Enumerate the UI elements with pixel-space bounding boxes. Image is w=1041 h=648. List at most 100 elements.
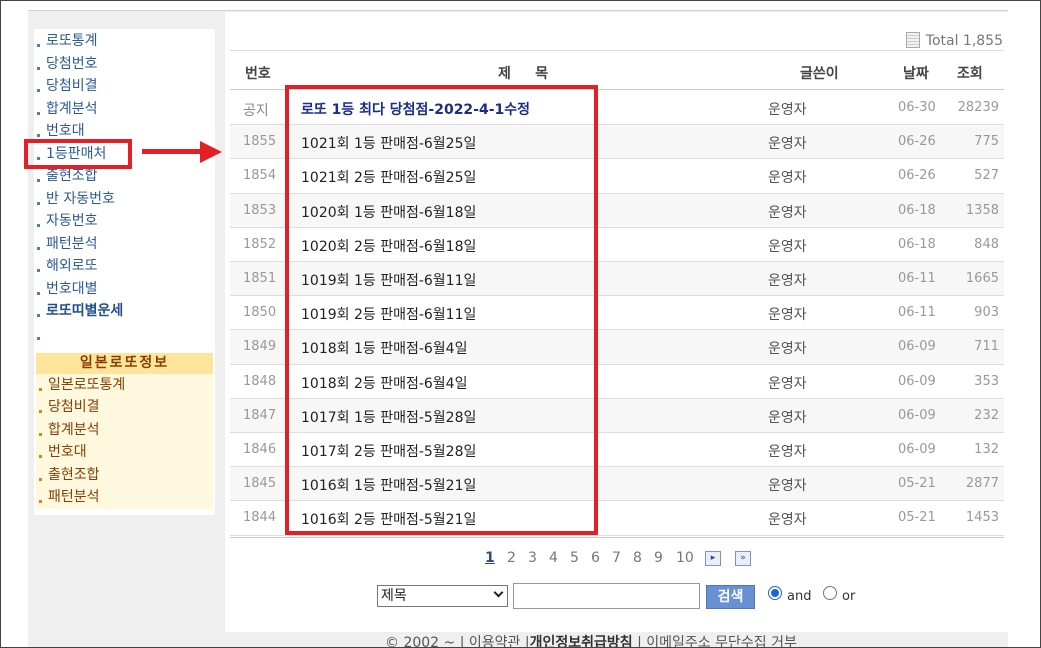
page-link-9[interactable]: 9	[654, 550, 663, 566]
post-date: 05-21	[898, 476, 936, 492]
highlight-box-sidebar	[24, 139, 132, 169]
post-views: 527	[974, 168, 999, 184]
post-views: 353	[974, 373, 999, 389]
or-radio[interactable]	[823, 586, 837, 600]
sidebar-item-semi-auto[interactable]: 반 자동번호	[34, 188, 215, 211]
footer: © 2002 ~ | 이용약관 |개인정보취급방침 | 이메일주소 무단수집 거…	[385, 632, 797, 648]
header-title: 제 목	[498, 66, 549, 82]
post-views: 775	[974, 134, 999, 150]
total-count: Total 1,855	[905, 32, 1003, 49]
or-label: or	[842, 589, 856, 604]
post-author: 운영자	[768, 409, 807, 426]
search-button[interactable]: 검색	[706, 585, 755, 609]
post-author: 운영자	[768, 444, 807, 460]
chevron-down-icon	[493, 587, 504, 598]
post-date: 06-18	[898, 236, 936, 252]
sidebar-item-winning-tips[interactable]: 당첨비결	[34, 75, 215, 98]
sidebar-item-zodiac-fortune[interactable]: 로또띠별운세	[34, 300, 215, 323]
post-date: 06-26	[898, 168, 936, 184]
post-date: 06-18	[898, 202, 936, 218]
post-number: 1855	[243, 134, 277, 150]
page-link-1[interactable]: 1	[485, 550, 495, 566]
search-field-value: 제목	[381, 588, 407, 604]
post-author: 운영자	[768, 204, 807, 221]
post-date: 06-11	[898, 305, 936, 321]
arrow-right-icon	[200, 141, 222, 163]
page-link-10[interactable]: 10	[676, 550, 694, 566]
page-link-7[interactable]: 7	[612, 550, 621, 566]
post-views: 132	[974, 442, 999, 457]
post-author: 운영자	[768, 341, 807, 358]
notice-views: 28239	[957, 100, 999, 115]
search-field-select[interactable]: 제목	[377, 585, 508, 607]
post-author: 운영자	[768, 512, 807, 529]
footer-email-policy-link[interactable]: 이메일주소 무단수집 거부	[646, 635, 797, 648]
page-link-5[interactable]: 5	[570, 550, 579, 566]
notice-date: 06-30	[898, 100, 936, 115]
post-views: 711	[974, 339, 999, 355]
table-bottom-border	[230, 537, 1004, 538]
japan-item-range[interactable]: 번호대	[36, 441, 213, 464]
post-number: 1850	[243, 305, 277, 321]
last-page-icon[interactable]: »	[735, 551, 751, 566]
post-author: 운영자	[768, 478, 807, 495]
post-date: 05-21	[898, 510, 936, 526]
post-number: 1853	[243, 202, 277, 218]
sidebar-item-pattern-analysis[interactable]: 패턴분석	[34, 233, 215, 256]
japan-lotto-title: 일본로또정보	[36, 352, 213, 374]
sidebar-item-auto-numbers[interactable]: 자동번호	[34, 210, 215, 233]
header-views: 조회	[957, 66, 983, 82]
page-link-4[interactable]: 4	[549, 550, 558, 566]
japan-item-stats[interactable]: 일본로또통계	[36, 373, 213, 396]
sidebar-item-winning-numbers[interactable]: 당첨번호	[34, 53, 215, 76]
header-num: 번호	[245, 66, 271, 82]
and-radio[interactable]	[768, 586, 782, 600]
japan-item-sum[interactable]: 합계분석	[36, 418, 213, 441]
post-date: 06-09	[898, 442, 936, 457]
post-date: 06-09	[898, 407, 936, 423]
next-page-icon[interactable]: ▸	[705, 551, 721, 566]
post-author: 운영자	[768, 375, 807, 392]
japan-item-tips[interactable]: 당첨비결	[36, 396, 213, 419]
post-date: 06-09	[898, 373, 936, 389]
post-number: 1849	[243, 339, 277, 355]
post-number: 1845	[243, 476, 277, 492]
sidebar: 로또통계 당첨번호 당첨비결 합계분석 번호대 1등판매처 출현조합 반 자동번…	[34, 29, 215, 515]
total-count-label: Total 1,855	[925, 33, 1003, 49]
footer-privacy-link[interactable]: 개인정보취급방침	[530, 635, 633, 648]
sidebar-item-sum-analysis[interactable]: 합계분석	[34, 98, 215, 121]
page-link-2[interactable]: 2	[507, 550, 516, 566]
japan-item-combinations[interactable]: 출현조합	[36, 463, 213, 486]
post-views: 1358	[965, 202, 999, 218]
arrow-icon-line	[142, 149, 204, 154]
sidebar-item-by-number-range[interactable]: 번호대별	[34, 278, 215, 301]
highlight-box-titles	[285, 85, 598, 535]
post-number: 1848	[243, 373, 277, 389]
footer-terms-link[interactable]: 이용약관	[469, 635, 521, 648]
japan-item-pattern[interactable]: 패턴분석	[36, 486, 213, 509]
footer-copyright: © 2002 ~	[385, 635, 456, 648]
sidebar-item-lotto-stats[interactable]: 로또통계	[34, 30, 215, 53]
header-date: 날짜	[903, 66, 929, 82]
post-views: 1453	[965, 510, 999, 526]
post-views: 903	[974, 305, 999, 321]
page-link-8[interactable]: 8	[633, 550, 642, 566]
notice-author: 운영자	[768, 102, 807, 118]
table-header: 번호 제 목 글쓴이 날짜 조회	[230, 50, 1004, 90]
post-number: 1846	[243, 442, 277, 457]
sidebar-spacer	[34, 323, 215, 345]
post-author: 운영자	[768, 136, 807, 153]
search-input[interactable]	[513, 583, 700, 609]
page-link-6[interactable]: 6	[591, 550, 600, 566]
page-link-3[interactable]: 3	[528, 550, 537, 566]
post-number: 1852	[243, 236, 277, 252]
and-label: and	[787, 589, 812, 604]
post-author: 운영자	[768, 273, 807, 289]
post-date: 06-26	[898, 134, 936, 150]
document-icon	[905, 32, 920, 48]
post-date: 06-11	[898, 271, 936, 286]
post-author: 운영자	[768, 307, 807, 324]
search-bar: 제목 검색 and or	[225, 582, 1008, 612]
sidebar-item-foreign-lotto[interactable]: 해외로또	[34, 255, 215, 278]
post-date: 06-09	[898, 339, 936, 355]
